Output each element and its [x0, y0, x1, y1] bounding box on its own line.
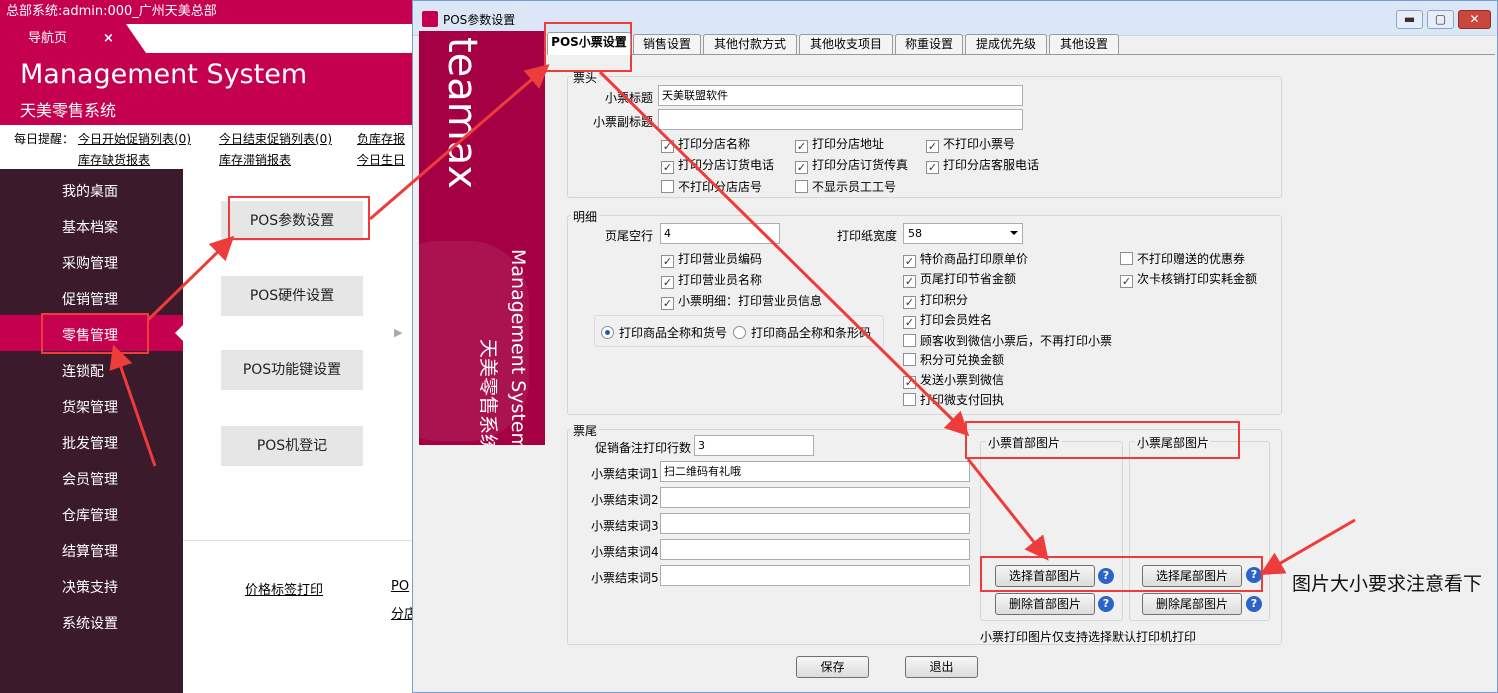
annotation-note: 图片大小要求注意看下 — [1292, 573, 1483, 595]
arrow — [146, 235, 235, 322]
annotation-arrows — [109, 64, 1356, 576]
arrow — [369, 64, 550, 221]
arrow — [1259, 518, 1356, 576]
arrow — [109, 344, 157, 467]
arrow — [966, 458, 1049, 561]
arrow — [598, 70, 970, 437]
tab-pos-ticket[interactable]: POS小票设置 — [547, 32, 631, 55]
